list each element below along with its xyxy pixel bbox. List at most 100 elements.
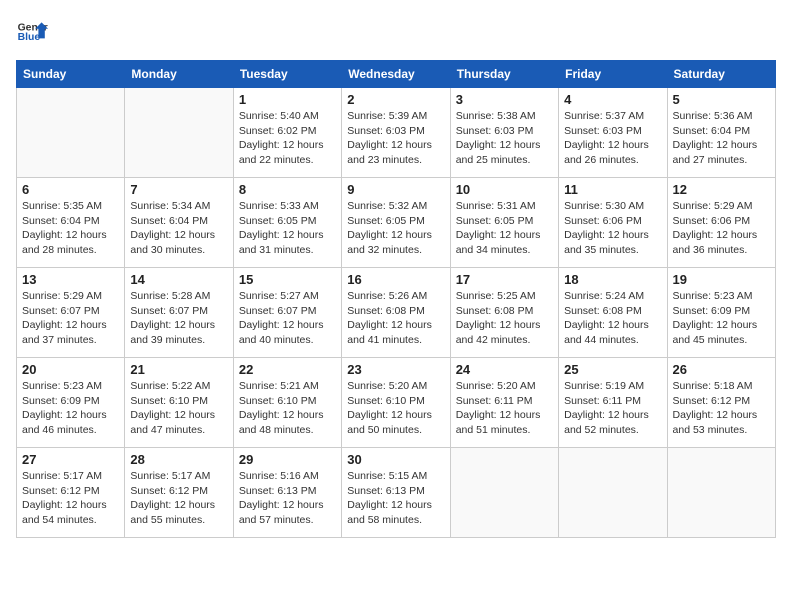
day-info: Sunrise: 5:17 AM Sunset: 6:12 PM Dayligh… bbox=[22, 469, 119, 528]
weekday-header-monday: Monday bbox=[125, 61, 233, 88]
week-row-3: 13 Sunrise: 5:29 AM Sunset: 6:07 PM Dayli… bbox=[17, 268, 776, 358]
day-info: Sunrise: 5:36 AM Sunset: 6:04 PM Dayligh… bbox=[673, 109, 770, 168]
calendar-cell: 16Sunrise: 5:26 AM Sunset: 6:08 PM Dayli… bbox=[342, 268, 450, 358]
calendar-cell bbox=[125, 88, 233, 178]
week-row-2: 6 Sunrise: 5:35 AM Sunset: 6:04 PM Daylig… bbox=[17, 178, 776, 268]
calendar-cell: 7 Sunrise: 5:34 AM Sunset: 6:04 PM Daylig… bbox=[125, 178, 233, 268]
day-number: 13 bbox=[22, 272, 119, 287]
calendar-cell: 30 Sunrise: 5:15 AM Sunset: 6:13 PM Dayli… bbox=[342, 448, 450, 538]
day-info: Sunrise: 5:30 AM Sunset: 6:06 PM Dayligh… bbox=[564, 199, 661, 258]
calendar-cell: 11 Sunrise: 5:30 AM Sunset: 6:06 PM Dayli… bbox=[559, 178, 667, 268]
calendar-table: SundayMondayTuesdayWednesdayThursdayFrid… bbox=[16, 60, 776, 538]
calendar-cell: 9Sunrise: 5:32 AM Sunset: 6:05 PM Daylig… bbox=[342, 178, 450, 268]
calendar-cell: 17 Sunrise: 5:25 AM Sunset: 6:08 PM Dayli… bbox=[450, 268, 558, 358]
day-number: 21 bbox=[130, 362, 227, 377]
calendar-cell: 26 Sunrise: 5:18 AM Sunset: 6:12 PM Dayli… bbox=[667, 358, 775, 448]
day-number: 12 bbox=[673, 182, 770, 197]
calendar-cell: 4 Sunrise: 5:37 AM Sunset: 6:03 PM Daylig… bbox=[559, 88, 667, 178]
day-info: Sunrise: 5:23 AM Sunset: 6:09 PM Dayligh… bbox=[22, 379, 119, 438]
calendar-cell: 2Sunrise: 5:39 AM Sunset: 6:03 PM Daylig… bbox=[342, 88, 450, 178]
calendar-cell: 5 Sunrise: 5:36 AM Sunset: 6:04 PM Daylig… bbox=[667, 88, 775, 178]
calendar-cell bbox=[667, 448, 775, 538]
day-number: 8 bbox=[239, 182, 336, 197]
day-number: 3 bbox=[456, 92, 553, 107]
day-number: 29 bbox=[239, 452, 336, 467]
logo-icon: General Blue bbox=[16, 16, 48, 48]
week-row-4: 20Sunrise: 5:23 AM Sunset: 6:09 PM Dayli… bbox=[17, 358, 776, 448]
day-info: Sunrise: 5:25 AM Sunset: 6:08 PM Dayligh… bbox=[456, 289, 553, 348]
day-number: 23 bbox=[347, 362, 444, 377]
day-number: 14 bbox=[130, 272, 227, 287]
calendar-cell: 12 Sunrise: 5:29 AM Sunset: 6:06 PM Dayli… bbox=[667, 178, 775, 268]
day-info: Sunrise: 5:17 AM Sunset: 6:12 PM Dayligh… bbox=[130, 469, 227, 528]
day-info: Sunrise: 5:29 AM Sunset: 6:06 PM Dayligh… bbox=[673, 199, 770, 258]
day-number: 15 bbox=[239, 272, 336, 287]
day-number: 16 bbox=[347, 272, 444, 287]
calendar-cell bbox=[17, 88, 125, 178]
weekday-header-thursday: Thursday bbox=[450, 61, 558, 88]
svg-text:Blue: Blue bbox=[18, 32, 41, 43]
day-info: Sunrise: 5:16 AM Sunset: 6:13 PM Dayligh… bbox=[239, 469, 336, 528]
day-number: 6 bbox=[22, 182, 119, 197]
day-number: 17 bbox=[456, 272, 553, 287]
calendar-cell bbox=[559, 448, 667, 538]
calendar-cell: 25Sunrise: 5:19 AM Sunset: 6:11 PM Dayli… bbox=[559, 358, 667, 448]
day-info: Sunrise: 5:24 AM Sunset: 6:08 PM Dayligh… bbox=[564, 289, 661, 348]
weekday-header-friday: Friday bbox=[559, 61, 667, 88]
day-info: Sunrise: 5:23 AM Sunset: 6:09 PM Dayligh… bbox=[673, 289, 770, 348]
day-info: Sunrise: 5:40 AM Sunset: 6:02 PM Dayligh… bbox=[239, 109, 336, 168]
header: General Blue bbox=[16, 16, 776, 48]
weekday-header-sunday: Sunday bbox=[17, 61, 125, 88]
day-number: 5 bbox=[673, 92, 770, 107]
day-info: Sunrise: 5:37 AM Sunset: 6:03 PM Dayligh… bbox=[564, 109, 661, 168]
day-info: Sunrise: 5:18 AM Sunset: 6:12 PM Dayligh… bbox=[673, 379, 770, 438]
weekday-header-wednesday: Wednesday bbox=[342, 61, 450, 88]
day-info: Sunrise: 5:35 AM Sunset: 6:04 PM Dayligh… bbox=[22, 199, 119, 258]
calendar-cell: 10Sunrise: 5:31 AM Sunset: 6:05 PM Dayli… bbox=[450, 178, 558, 268]
calendar-cell: 6 Sunrise: 5:35 AM Sunset: 6:04 PM Daylig… bbox=[17, 178, 125, 268]
day-info: Sunrise: 5:29 AM Sunset: 6:07 PM Dayligh… bbox=[22, 289, 119, 348]
calendar-cell: 28 Sunrise: 5:17 AM Sunset: 6:12 PM Dayli… bbox=[125, 448, 233, 538]
calendar-cell: 1 Sunrise: 5:40 AM Sunset: 6:02 PM Daylig… bbox=[233, 88, 341, 178]
day-number: 4 bbox=[564, 92, 661, 107]
day-number: 11 bbox=[564, 182, 661, 197]
day-number: 1 bbox=[239, 92, 336, 107]
week-row-1: 1 Sunrise: 5:40 AM Sunset: 6:02 PM Daylig… bbox=[17, 88, 776, 178]
calendar-cell: 29 Sunrise: 5:16 AM Sunset: 6:13 PM Dayli… bbox=[233, 448, 341, 538]
calendar-cell: 14 Sunrise: 5:28 AM Sunset: 6:07 PM Dayli… bbox=[125, 268, 233, 358]
day-number: 26 bbox=[673, 362, 770, 377]
calendar-cell: 20Sunrise: 5:23 AM Sunset: 6:09 PM Dayli… bbox=[17, 358, 125, 448]
day-number: 25 bbox=[564, 362, 661, 377]
day-info: Sunrise: 5:34 AM Sunset: 6:04 PM Dayligh… bbox=[130, 199, 227, 258]
week-row-5: 27 Sunrise: 5:17 AM Sunset: 6:12 PM Dayli… bbox=[17, 448, 776, 538]
day-info: Sunrise: 5:27 AM Sunset: 6:07 PM Dayligh… bbox=[239, 289, 336, 348]
day-info: Sunrise: 5:15 AM Sunset: 6:13 PM Dayligh… bbox=[347, 469, 444, 528]
day-info: Sunrise: 5:31 AM Sunset: 6:05 PM Dayligh… bbox=[456, 199, 553, 258]
day-info: Sunrise: 5:20 AM Sunset: 6:11 PM Dayligh… bbox=[456, 379, 553, 438]
calendar-cell: 24 Sunrise: 5:20 AM Sunset: 6:11 PM Dayli… bbox=[450, 358, 558, 448]
calendar-cell: 13 Sunrise: 5:29 AM Sunset: 6:07 PM Dayli… bbox=[17, 268, 125, 358]
weekday-header-saturday: Saturday bbox=[667, 61, 775, 88]
calendar-cell: 22 Sunrise: 5:21 AM Sunset: 6:10 PM Dayli… bbox=[233, 358, 341, 448]
day-info: Sunrise: 5:22 AM Sunset: 6:10 PM Dayligh… bbox=[130, 379, 227, 438]
logo: General Blue bbox=[16, 16, 48, 48]
day-number: 9 bbox=[347, 182, 444, 197]
day-number: 7 bbox=[130, 182, 227, 197]
day-number: 22 bbox=[239, 362, 336, 377]
day-number: 18 bbox=[564, 272, 661, 287]
day-number: 28 bbox=[130, 452, 227, 467]
weekday-header-tuesday: Tuesday bbox=[233, 61, 341, 88]
calendar-cell: 8 Sunrise: 5:33 AM Sunset: 6:05 PM Daylig… bbox=[233, 178, 341, 268]
calendar-cell: 21 Sunrise: 5:22 AM Sunset: 6:10 PM Dayli… bbox=[125, 358, 233, 448]
day-info: Sunrise: 5:21 AM Sunset: 6:10 PM Dayligh… bbox=[239, 379, 336, 438]
day-info: Sunrise: 5:28 AM Sunset: 6:07 PM Dayligh… bbox=[130, 289, 227, 348]
day-number: 30 bbox=[347, 452, 444, 467]
day-number: 27 bbox=[22, 452, 119, 467]
day-info: Sunrise: 5:33 AM Sunset: 6:05 PM Dayligh… bbox=[239, 199, 336, 258]
calendar-cell bbox=[450, 448, 558, 538]
day-info: Sunrise: 5:38 AM Sunset: 6:03 PM Dayligh… bbox=[456, 109, 553, 168]
day-number: 24 bbox=[456, 362, 553, 377]
calendar-cell: 18 Sunrise: 5:24 AM Sunset: 6:08 PM Dayli… bbox=[559, 268, 667, 358]
calendar-cell: 19Sunrise: 5:23 AM Sunset: 6:09 PM Dayli… bbox=[667, 268, 775, 358]
day-info: Sunrise: 5:20 AM Sunset: 6:10 PM Dayligh… bbox=[347, 379, 444, 438]
